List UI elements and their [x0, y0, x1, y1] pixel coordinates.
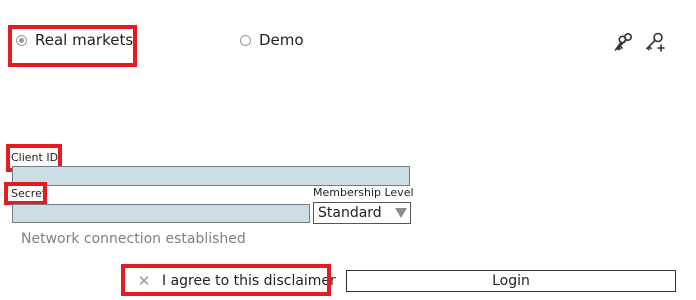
- membership-level-label: Membership Level: [313, 186, 414, 199]
- membership-level-select[interactable]: Standard: [313, 202, 411, 224]
- connection-status: Network connection established: [21, 231, 246, 247]
- real-markets-radio[interactable]: Real markets: [16, 31, 133, 49]
- real-markets-radio-dot[interactable]: [16, 34, 27, 46]
- client-id-input[interactable]: [12, 166, 410, 186]
- demo-radio[interactable]: Demo: [240, 31, 304, 49]
- secret-label: Secret: [11, 187, 47, 200]
- membership-level-value: Standard: [318, 205, 382, 221]
- agree-disclaimer-checkbox[interactable]: ✕ I agree to this disclaimer: [136, 272, 336, 290]
- real-markets-label: Real markets: [35, 31, 134, 49]
- agree-disclaimer-label: I agree to this disclaimer: [162, 273, 336, 289]
- chevron-down-icon: [395, 208, 407, 218]
- demo-label: Demo: [259, 31, 304, 49]
- unchecked-x-icon[interactable]: ✕: [136, 272, 152, 290]
- keys-icon[interactable]: [612, 30, 636, 54]
- login-button[interactable]: Login: [346, 270, 676, 292]
- client-id-label: Client ID: [11, 151, 59, 164]
- demo-radio-dot[interactable]: [240, 34, 251, 46]
- secret-input[interactable]: [12, 204, 310, 223]
- add-key-icon[interactable]: [643, 30, 667, 54]
